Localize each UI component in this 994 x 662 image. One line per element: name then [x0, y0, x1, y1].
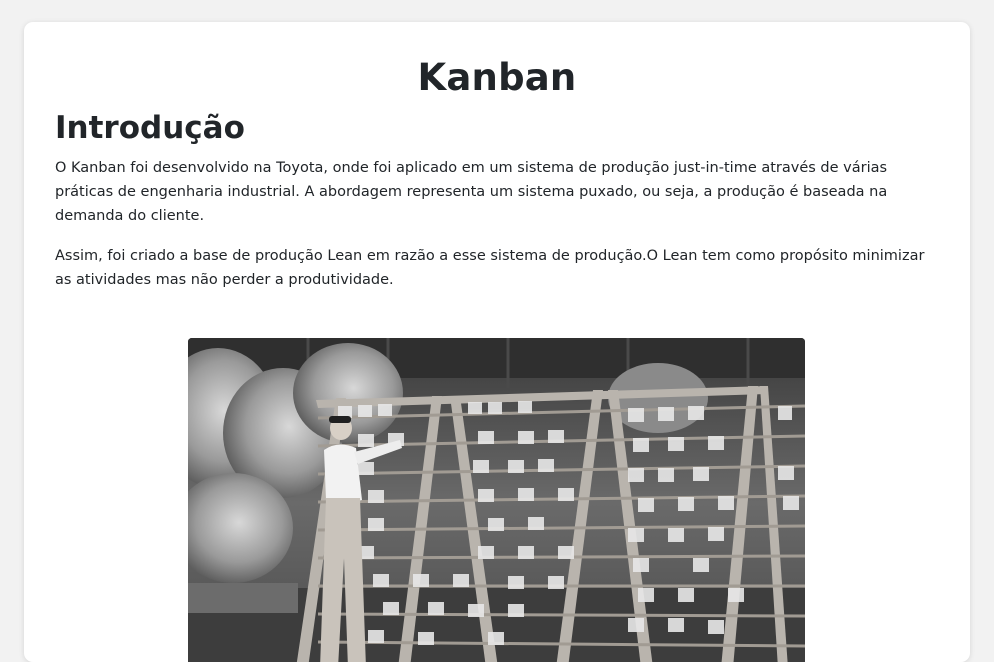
intro-paragraph-2: Assim, foi criado a base de produção Lea… — [55, 248, 925, 288]
content-card: Kanban Introdução O Kanban foi desenvolv… — [24, 22, 970, 662]
kanban-factory-photo — [188, 338, 805, 662]
intro-paragraph-1: O Kanban foi desenvolvido na Toyota, ond… — [55, 160, 888, 224]
page-title: Kanban — [417, 56, 577, 99]
section-heading-introducao: Introdução — [55, 110, 245, 146]
